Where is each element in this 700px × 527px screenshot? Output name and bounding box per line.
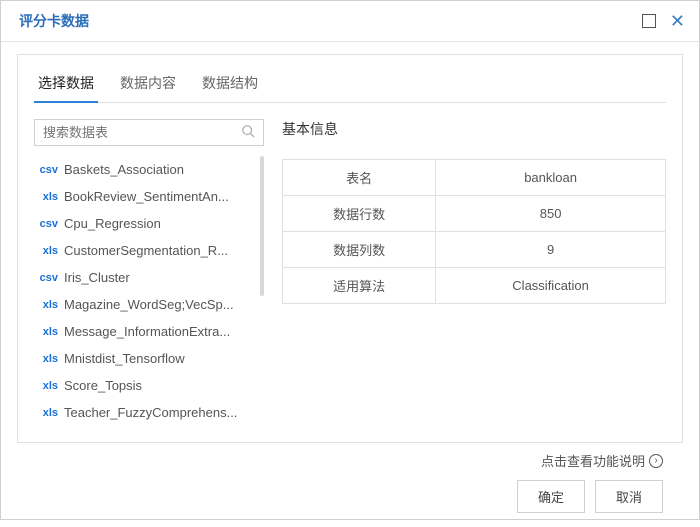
- list-item[interactable]: xls Message_InformationExtra...: [34, 318, 264, 345]
- list-item[interactable]: xls CustomerSegmentation_R...: [34, 237, 264, 264]
- dataset-name: Iris_Cluster: [64, 270, 130, 285]
- table-row: 数据行数850: [283, 196, 666, 232]
- info-value: 850: [436, 196, 666, 232]
- tab-data-content[interactable]: 数据内容: [116, 65, 180, 102]
- info-key: 表名: [283, 160, 436, 196]
- info-value: Classification: [436, 268, 666, 304]
- tab-select-data[interactable]: 选择数据: [34, 65, 98, 103]
- content: csv Baskets_Association xls BookReview_Sen…: [34, 103, 666, 426]
- info-key: 数据列数: [283, 232, 436, 268]
- search-input[interactable]: [43, 125, 241, 140]
- filetype-icon: xls: [36, 407, 58, 419]
- filetype-icon: xls: [36, 326, 58, 338]
- dataset-name: Magazine_WordSeg;VecSp...: [64, 297, 234, 312]
- chevron-right-icon: ›: [649, 454, 663, 468]
- filetype-icon: csv: [36, 218, 58, 230]
- table-row: 表名bankloan: [283, 160, 666, 196]
- list-item[interactable]: xls BookReview_SentimentAn...: [34, 183, 264, 210]
- dialog-title: 评分卡数据: [19, 11, 89, 31]
- help-link[interactable]: 点击查看功能说明 ›: [541, 451, 663, 470]
- cancel-button[interactable]: 取消: [595, 480, 663, 513]
- button-row: 确定 取消: [517, 480, 663, 513]
- info-header: 基本信息: [282, 119, 666, 139]
- dataset-name: Cpu_Regression: [64, 216, 161, 231]
- tabs: 选择数据 数据内容 数据结构: [34, 65, 666, 103]
- info-key: 数据行数: [283, 196, 436, 232]
- dialog-body: 选择数据 数据内容 数据结构 csv Baskets_Association: [1, 42, 699, 527]
- list-item[interactable]: xls Teacher_FuzzyComprehens...: [34, 399, 264, 426]
- info-key: 适用算法: [283, 268, 436, 304]
- table-row: 适用算法Classification: [283, 268, 666, 304]
- dialog: 评分卡数据 ✕ 选择数据 数据内容 数据结构: [0, 0, 700, 520]
- list-item[interactable]: csv Iris_Cluster: [34, 264, 264, 291]
- right-panel: 基本信息 表名bankloan 数据行数850 数据列数9 适用算法Classi…: [282, 119, 666, 426]
- filetype-icon: csv: [36, 272, 58, 284]
- maximize-icon[interactable]: [642, 14, 656, 28]
- dataset-name: CustomerSegmentation_R...: [64, 243, 228, 258]
- filetype-icon: xls: [36, 191, 58, 203]
- ok-button[interactable]: 确定: [517, 480, 585, 513]
- tab-data-structure[interactable]: 数据结构: [198, 65, 262, 102]
- window-controls: ✕: [642, 12, 685, 30]
- dataset-name: Mnistdist_Tensorflow: [64, 351, 185, 366]
- filetype-icon: csv: [36, 164, 58, 176]
- dataset-name: Message_InformationExtra...: [64, 324, 230, 339]
- search-icon[interactable]: [241, 124, 255, 141]
- table-row: 数据列数9: [283, 232, 666, 268]
- dataset-name: Baskets_Association: [64, 162, 184, 177]
- info-value: 9: [436, 232, 666, 268]
- info-value: bankloan: [436, 160, 666, 196]
- help-text: 点击查看功能说明: [541, 451, 645, 470]
- close-icon[interactable]: ✕: [670, 12, 685, 30]
- filetype-icon: xls: [36, 380, 58, 392]
- search-box[interactable]: [34, 119, 264, 146]
- filetype-icon: xls: [36, 299, 58, 311]
- dataset-list: csv Baskets_Association xls BookReview_Sen…: [34, 156, 264, 426]
- list-item[interactable]: csv Cpu_Regression: [34, 210, 264, 237]
- dataset-name: Teacher_FuzzyComprehens...: [64, 405, 237, 420]
- dataset-name: BookReview_SentimentAn...: [64, 189, 229, 204]
- list-item[interactable]: xls Magazine_WordSeg;VecSp...: [34, 291, 264, 318]
- info-table: 表名bankloan 数据行数850 数据列数9 适用算法Classificat…: [282, 159, 666, 304]
- list-item[interactable]: csv Baskets_Association: [34, 156, 264, 183]
- list-item[interactable]: xls Mnistdist_Tensorflow: [34, 345, 264, 372]
- filetype-icon: xls: [36, 353, 58, 365]
- inner-panel: 选择数据 数据内容 数据结构 csv Baskets_Association: [17, 54, 683, 443]
- titlebar: 评分卡数据 ✕: [1, 1, 699, 42]
- footer: 点击查看功能说明 › 确定 取消: [17, 443, 683, 527]
- dataset-name: Score_Topsis: [64, 378, 142, 393]
- scrollbar[interactable]: [260, 156, 264, 296]
- filetype-icon: xls: [36, 245, 58, 257]
- left-panel: csv Baskets_Association xls BookReview_Sen…: [34, 119, 264, 426]
- list-item[interactable]: xls Score_Topsis: [34, 372, 264, 399]
